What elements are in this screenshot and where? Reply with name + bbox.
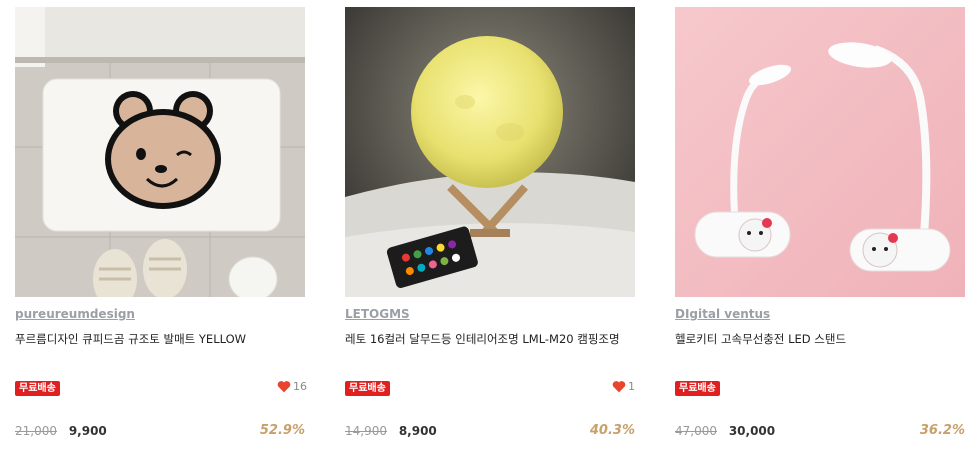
brand-link[interactable]: pureureumdesign	[15, 307, 135, 321]
like-count: 1	[628, 380, 635, 393]
product-title[interactable]: 푸르름디자인 큐피드곰 규조토 발매트 YELLOW	[15, 331, 246, 347]
free-shipping-badge: 무료배송	[345, 381, 390, 396]
brand-link[interactable]: DIgital ventus	[675, 307, 770, 321]
discount-rate: 40.3%	[589, 423, 635, 438]
product-card[interactable]	[675, 7, 965, 297]
product-card[interactable]	[345, 7, 635, 297]
sale-price: 30,000	[728, 424, 776, 438]
original-price: 47,000	[675, 424, 717, 438]
product-image[interactable]	[675, 7, 965, 297]
free-shipping-badge: 무료배송	[675, 381, 720, 396]
original-price: 21,000	[15, 424, 57, 438]
discount-rate: 52.9%	[259, 423, 305, 438]
product-image[interactable]	[15, 7, 305, 297]
sale-price: 9,900	[68, 424, 107, 438]
like-button[interactable]: 1	[612, 380, 635, 393]
free-shipping-badge: 무료배송	[15, 381, 60, 396]
brand-link[interactable]: LETOGMS	[345, 307, 410, 321]
price-row: 21,000 9,900	[15, 424, 107, 438]
price-row: 14,900 8,900	[345, 424, 437, 438]
product-image[interactable]	[345, 7, 635, 297]
product-card[interactable]	[15, 7, 305, 297]
price-row: 47,000 30,000	[675, 424, 775, 438]
product-title[interactable]: 레토 16컬러 달무드등 인테리어조명 LML-M20 캠핑조명	[345, 331, 620, 347]
original-price: 14,900	[345, 424, 387, 438]
heart-icon	[277, 381, 291, 393]
product-title[interactable]: 헬로키티 고속무선충전 LED 스탠드	[675, 331, 846, 347]
like-count: 16	[293, 380, 307, 393]
heart-icon	[612, 381, 626, 393]
discount-rate: 36.2%	[919, 423, 965, 438]
like-button[interactable]: 16	[277, 380, 307, 393]
sale-price: 8,900	[398, 424, 437, 438]
